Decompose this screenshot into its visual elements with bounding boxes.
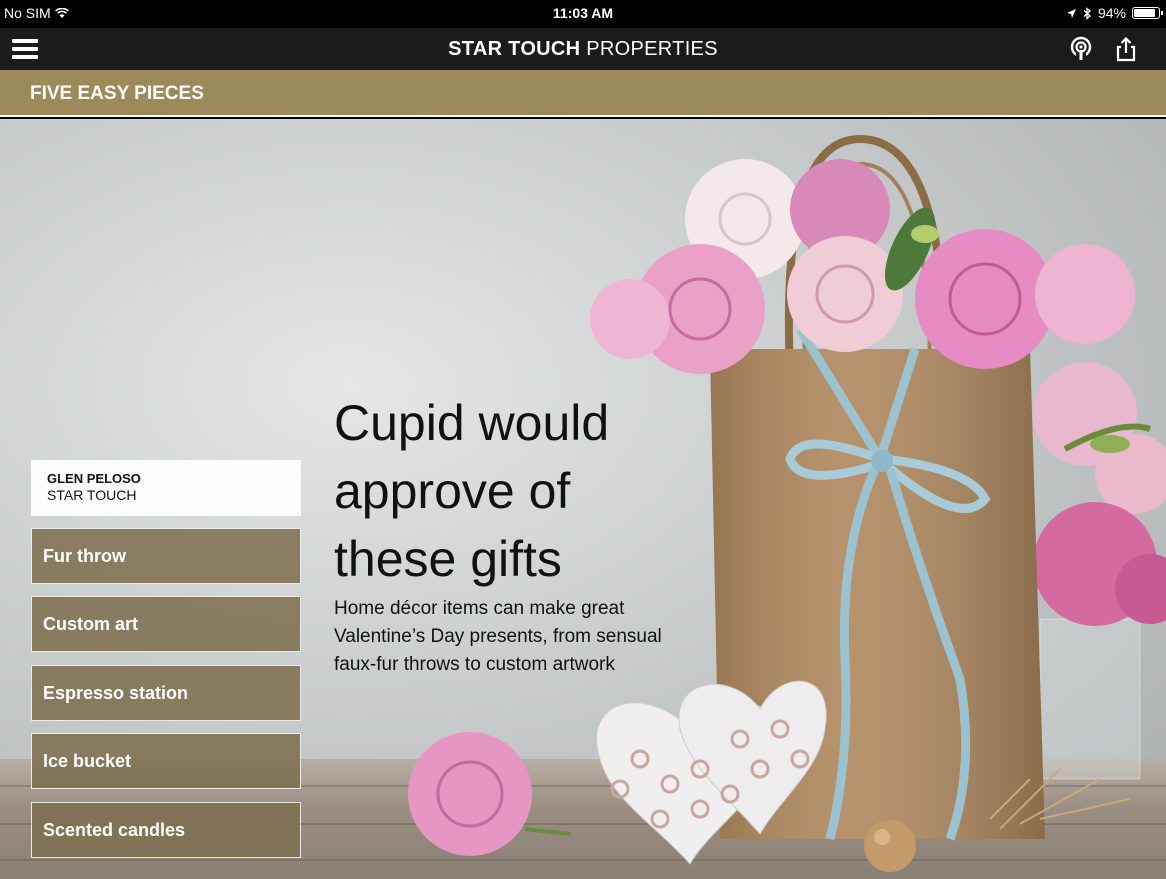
article-headline: Cupid would approve of these gifts <box>334 395 610 587</box>
article-subhead: Home décor items can make great Valentin… <box>334 598 662 675</box>
author-name: GLEN PELOSO <box>47 471 141 486</box>
piece-item-custom-art[interactable]: Custom art <box>31 596 301 652</box>
piece-item-ice-bucket[interactable]: Ice bucket <box>31 733 301 789</box>
piece-item-fur-throw[interactable]: Fur throw <box>31 528 301 584</box>
brand-regular: PROPERTIES <box>586 38 718 60</box>
status-time: 11:03 AM <box>552 5 614 21</box>
battery-icon <box>1132 7 1163 19</box>
bluetooth-icon <box>1083 6 1091 20</box>
battery-percent: 94% <box>1097 5 1126 21</box>
location-arrow-icon <box>1066 8 1076 18</box>
brand-bold: STAR TOUCH <box>448 38 581 60</box>
share-icon[interactable] <box>1113 36 1139 62</box>
author-org: STAR TOUCH <box>47 487 137 503</box>
battery-fill <box>1134 9 1155 17</box>
podcast-icon[interactable] <box>1068 36 1094 62</box>
nav-bar: STAR TOUCH PROPERTIES <box>0 28 1166 70</box>
piece-item-espresso-station[interactable]: Espresso station <box>31 665 301 721</box>
piece-item-scented-candles[interactable]: Scented candles <box>31 802 301 858</box>
section-title: FIVE EASY PIECES <box>30 83 204 104</box>
app-title: STAR TOUCH PROPERTIES <box>0 38 1166 61</box>
author-card: GLEN PELOSO STAR TOUCH <box>31 460 301 516</box>
section-header: FIVE EASY PIECES <box>0 70 1166 117</box>
status-right: 94% <box>1066 5 1163 21</box>
status-bar: No SIM 11:03 AM 94% <box>0 0 1166 28</box>
hero-image: Cupid would approve of these gifts Home … <box>0 119 1166 879</box>
